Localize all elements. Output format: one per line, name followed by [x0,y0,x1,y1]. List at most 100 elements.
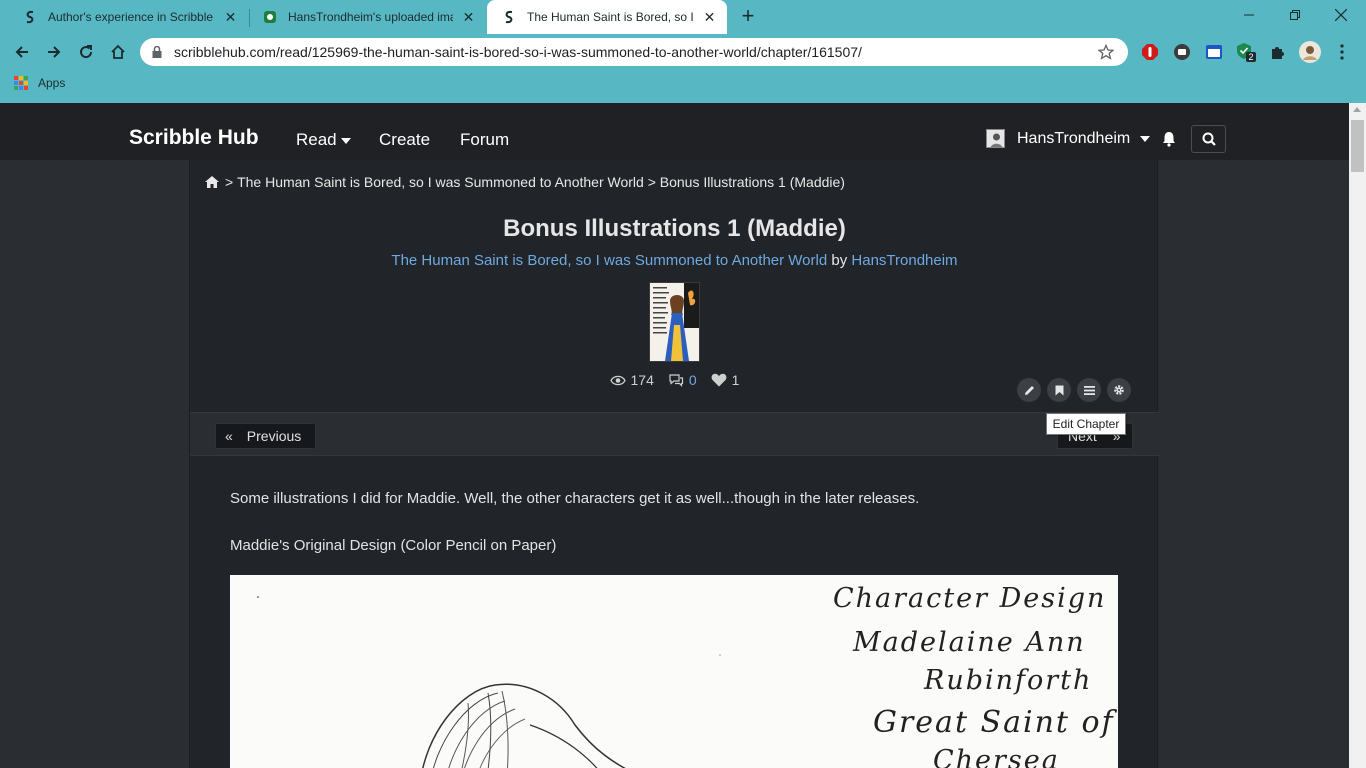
nav-create[interactable]: Create [379,130,430,150]
tab-strip: Author's experience in Scribble H ✕ Hans… [0,0,1366,34]
bookmark-icon [1055,385,1063,395]
image-host-favicon-icon [262,9,278,25]
comments-icon [669,374,683,387]
chapter-paragraph: Maddie's Original Design (Color Pencil o… [230,537,557,554]
series-link[interactable]: The Human Saint is Bored, so I was Summo… [391,252,827,269]
breadcrumb: > The Human Saint is Bored, so I was Sum… [205,174,845,190]
chapter-paragraph: Some illustrations I did for Maddie. Wel… [230,490,920,507]
tab-uploaded-images[interactable]: HansTrondheim's uploaded imag ✕ [248,0,486,34]
minimize-button[interactable] [1226,0,1272,30]
caret-down-icon [340,137,351,144]
breadcrumb-chapter[interactable]: Bonus Illustrations 1 (Maddie) [660,174,845,190]
table-of-contents-button[interactable] [1077,378,1101,402]
close-icon[interactable]: ✕ [223,9,238,25]
nav-read-label: Read [296,130,337,149]
breadcrumb-series[interactable]: The Human Saint is Bored, so I was Summo… [237,174,644,190]
minimize-icon [1244,14,1254,16]
tab-author-experience[interactable]: Author's experience in Scribble H ✕ [8,0,248,34]
scrollbar-thumb[interactable] [1351,120,1364,172]
home-button[interactable] [104,38,132,66]
by-label: by [831,252,848,269]
breadcrumb-separator: > [225,174,234,190]
eye-icon [609,375,626,385]
chapter-title: Bonus Illustrations 1 (Maddie) [503,215,846,242]
arrow-left-icon [15,46,28,58]
home-icon [111,44,125,59]
browser-chrome: Author's experience in Scribble H ✕ Hans… [0,0,1366,103]
forward-button[interactable] [40,38,68,66]
profile-avatar-icon[interactable] [1299,41,1321,63]
pencil-icon [1024,385,1034,395]
apps-shortcut[interactable]: Apps [14,76,65,90]
favorites-stat[interactable]: 1 [711,372,739,388]
views-stat: 174 [609,372,654,388]
character-design-illustration[interactable]: Character Design Madelaine Ann Rubinfort… [230,575,1118,768]
chapter-stats: 174 0 1 [190,372,1159,388]
comments-stat[interactable]: 0 [668,372,697,388]
web-page: Scribble Hub Read Create Forum HansTrond… [0,103,1349,768]
scroll-up-arrow-icon[interactable] [1353,107,1361,112]
prev-arrow-icon: « [225,428,233,444]
scribblehub-favicon-icon [22,9,38,25]
close-window-icon [1335,9,1347,21]
gear-icon [1114,385,1124,395]
edit-chapter-tooltip: Edit Chapter [1046,413,1126,435]
clapper-extension-icon[interactable] [1204,42,1224,62]
back-button[interactable] [8,38,36,66]
tab-title: Author's experience in Scribble H [48,10,215,24]
browser-toolbar: scribblehub.com/read/125969-the-human-sa… [0,34,1366,70]
caret-down-icon [1140,135,1151,142]
apps-label: Apps [38,76,66,90]
notification-bell-icon[interactable] [1161,131,1177,147]
apps-grid-icon [14,76,28,90]
restore-icon [1290,10,1300,20]
site-brand[interactable]: Scribble Hub [129,126,259,150]
url-text: scribblehub.com/read/125969-the-human-sa… [174,44,862,60]
previous-chapter-button[interactable]: « Previous [215,423,316,449]
user-menu[interactable]: HansTrondheim [986,129,1151,148]
edit-chapter-button[interactable] [1017,378,1041,402]
site-navbar: Scribble Hub Read Create Forum HansTrond… [0,103,1349,160]
media-extension-icon[interactable] [1172,42,1192,62]
tab-human-saint[interactable]: The Human Saint is Bored, so I w ✕ [487,0,727,34]
bookmark-chapter-button[interactable] [1047,378,1071,402]
extension-badge: 2 [1248,52,1253,62]
scribblehub-favicon-icon [501,9,517,25]
illustration-caption: Rubinforth [924,665,1093,696]
bookmark-star-icon[interactable] [1098,44,1118,60]
username: HansTrondheim [1017,129,1131,147]
chapter-content: > The Human Saint is Bored, so I was Sum… [189,160,1159,768]
close-icon[interactable]: ✕ [702,9,717,25]
adblock-extension-icon[interactable] [1140,42,1160,62]
list-icon [1083,385,1095,395]
illustration-caption: Character Design [833,583,1107,614]
chapter-byline: The Human Saint is Bored, so I was Summo… [190,252,1159,269]
tab-title: HansTrondheim's uploaded imag [288,10,453,24]
address-bar[interactable]: scribblehub.com/read/125969-the-human-sa… [140,38,1128,66]
close-icon[interactable]: ✕ [461,9,476,25]
breadcrumb-separator: > [647,174,656,190]
author-link[interactable]: HansTrondheim [851,252,957,269]
restore-button[interactable] [1272,0,1318,30]
illustration-caption: Great Saint of [873,705,1115,740]
previous-label: Previous [246,428,302,444]
nav-forum[interactable]: Forum [460,130,509,150]
puzzle-extensions-icon[interactable] [1268,42,1288,62]
views-count: 174 [630,372,654,388]
illustration-caption: Madelaine Ann [853,627,1086,658]
arrow-right-icon [48,46,61,58]
illustration-caption: Chersea [933,745,1060,768]
page-scrollbar[interactable] [1349,103,1366,768]
reload-button[interactable] [72,38,100,66]
shield-extension-icon[interactable]: 2 [1236,42,1256,62]
nav-read[interactable]: Read [296,130,351,150]
search-icon [1202,132,1216,146]
series-cover-image[interactable] [649,282,700,362]
search-button[interactable] [1191,125,1226,153]
close-window-button[interactable] [1318,0,1364,30]
browser-menu-icon[interactable] [1332,42,1352,62]
home-icon[interactable] [205,176,219,188]
reader-settings-button[interactable] [1107,378,1131,402]
new-tab-button[interactable]: + [736,5,760,29]
user-avatar [986,129,1005,148]
